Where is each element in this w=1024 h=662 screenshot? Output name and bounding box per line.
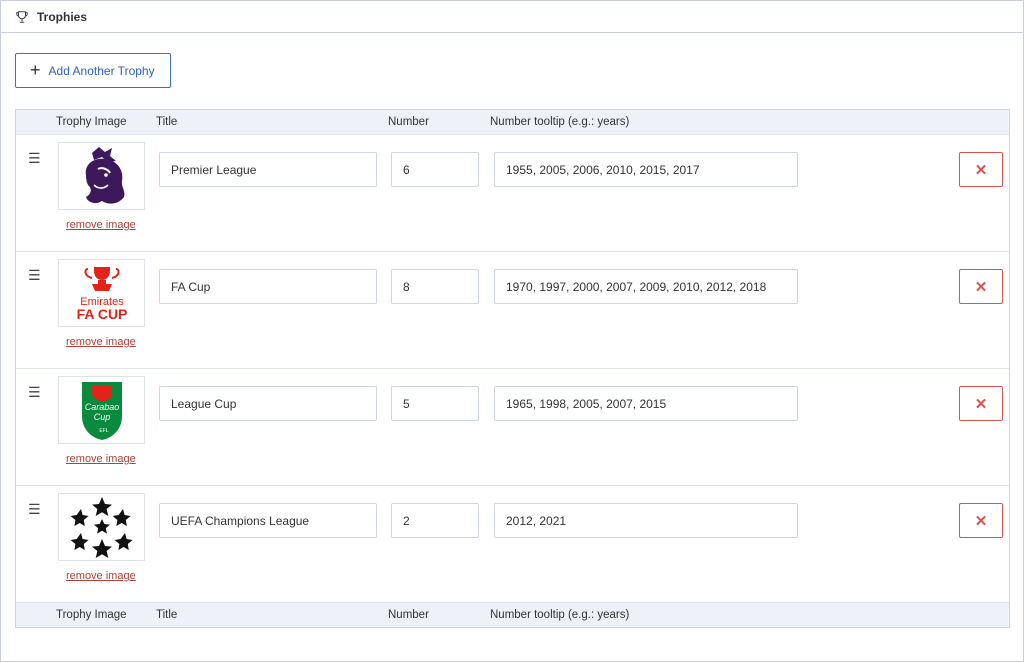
col-header-number: Number: [388, 116, 429, 128]
tooltip-input[interactable]: [494, 386, 798, 421]
remove-image-link[interactable]: remove image: [66, 453, 136, 465]
number-input[interactable]: [391, 503, 479, 538]
table-row: ☰ remove image ✕: [16, 135, 1009, 252]
remove-image-link[interactable]: remove image: [66, 219, 136, 231]
close-icon: ✕: [974, 395, 988, 413]
plus-icon: +: [30, 59, 41, 80]
title-input[interactable]: [159, 386, 377, 421]
col-footer-image: Trophy Image: [56, 609, 127, 621]
trophies-table: Trophy Image Title Number Number tooltip…: [15, 109, 1010, 628]
table-header: Trophy Image Title Number Number tooltip…: [16, 110, 1009, 135]
title-input[interactable]: [159, 152, 377, 187]
trophy-image[interactable]: Carabao Cup EFL: [58, 376, 145, 444]
fa-cup-logo: Emirates FA CUP: [76, 267, 127, 322]
delete-row-button[interactable]: ✕: [959, 269, 1003, 304]
drag-handle-icon[interactable]: ☰: [28, 151, 41, 165]
number-input[interactable]: [391, 269, 479, 304]
close-icon: ✕: [974, 512, 988, 530]
col-footer-title: Title: [156, 609, 178, 621]
trophy-image[interactable]: Emirates FA CUP: [58, 259, 145, 327]
league-cup-logo-text-2: Cup: [93, 412, 110, 422]
fa-cup-logo-text-2: FA CUP: [76, 306, 127, 322]
title-input[interactable]: [159, 269, 377, 304]
trophy-image[interactable]: [58, 493, 145, 561]
tooltip-input[interactable]: [494, 152, 798, 187]
delete-row-button[interactable]: ✕: [959, 152, 1003, 187]
table-row: ☰ Emirates FA CUP remove image ✕: [16, 252, 1009, 369]
number-input[interactable]: [391, 152, 479, 187]
remove-image-link[interactable]: remove image: [66, 336, 136, 348]
add-trophy-button[interactable]: + Add Another Trophy: [15, 53, 171, 88]
col-header-image: Trophy Image: [56, 116, 127, 128]
league-cup-logo: Carabao Cup EFL: [81, 382, 122, 440]
panel-title: Trophies: [37, 9, 88, 24]
close-icon: ✕: [974, 161, 988, 179]
trophies-panel: Trophies + Add Another Trophy Trophy Ima…: [0, 0, 1024, 662]
col-footer-number: Number: [388, 609, 429, 621]
remove-image-link[interactable]: remove image: [66, 570, 136, 582]
title-input[interactable]: [159, 503, 377, 538]
col-footer-tooltip: Number tooltip (e.g.: years): [490, 609, 630, 621]
drag-handle-icon[interactable]: ☰: [28, 385, 41, 399]
close-icon: ✕: [974, 278, 988, 296]
number-input[interactable]: [391, 386, 479, 421]
tooltip-input[interactable]: [494, 503, 798, 538]
table-row: ☰ remove image ✕: [16, 486, 1009, 603]
league-cup-logo-text-3: EFL: [99, 428, 108, 434]
add-trophy-label: Add Another Trophy: [48, 63, 155, 78]
trophy-image[interactable]: [58, 142, 145, 210]
col-header-tooltip: Number tooltip (e.g.: years): [490, 116, 630, 128]
drag-handle-icon[interactable]: ☰: [28, 502, 41, 516]
league-cup-logo-text-1: Carabao: [84, 402, 119, 412]
col-header-title: Title: [156, 116, 178, 128]
trophy-icon: [16, 10, 28, 23]
drag-handle-icon[interactable]: ☰: [28, 268, 41, 282]
table-footer: Trophy Image Title Number Number tooltip…: [16, 602, 1009, 627]
delete-row-button[interactable]: ✕: [959, 503, 1003, 538]
premier-league-logo: [85, 147, 124, 204]
tooltip-input[interactable]: [494, 269, 798, 304]
panel-header: Trophies: [1, 1, 1023, 33]
champions-league-logo: [70, 497, 133, 558]
delete-row-button[interactable]: ✕: [959, 386, 1003, 421]
table-row: ☰ Carabao Cup EFL remove image ✕: [16, 369, 1009, 486]
